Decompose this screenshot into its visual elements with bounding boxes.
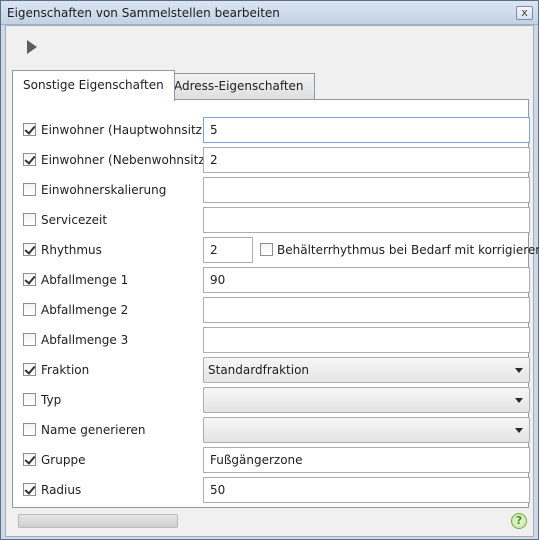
row-name-generieren: Name generieren bbox=[13, 417, 530, 443]
abfallmenge-3-checkbox[interactable] bbox=[23, 333, 36, 346]
fraktion-selected-value: Standardfraktion bbox=[208, 363, 310, 377]
typ-checkbox[interactable] bbox=[23, 393, 36, 406]
toolbar bbox=[6, 26, 533, 66]
abfallmenge-1-label: Abfallmenge 1 bbox=[41, 273, 129, 287]
behaelterrhythmus-checkbox[interactable] bbox=[260, 243, 273, 256]
name-generieren-checkbox[interactable] bbox=[23, 423, 36, 436]
abfallmenge-2-label: Abfallmenge 2 bbox=[41, 303, 129, 317]
tab-sonstige-eigenschaften[interactable]: Sonstige Eigenschaften bbox=[12, 70, 175, 101]
einwohnerskalierung-input[interactable] bbox=[203, 177, 530, 203]
radius-checkbox[interactable] bbox=[23, 483, 36, 496]
fraktion-checkbox[interactable] bbox=[23, 363, 36, 376]
row-radius: Radius bbox=[13, 477, 530, 503]
row-abfallmenge-2: Abfallmenge 2 bbox=[13, 297, 530, 323]
play-icon[interactable] bbox=[27, 40, 37, 54]
behaelterrhythmus-label: Behälterrhythmus bei Bedarf mit korrigie… bbox=[277, 243, 539, 257]
fraktion-label: Fraktion bbox=[41, 363, 90, 377]
name-generieren-select[interactable] bbox=[203, 417, 530, 443]
close-button[interactable]: x bbox=[516, 6, 533, 20]
chevron-down-icon bbox=[515, 428, 523, 433]
einwohner-neben-label: Einwohner (Nebenwohnsitz) bbox=[41, 153, 210, 167]
typ-select[interactable] bbox=[203, 387, 530, 413]
abfallmenge-3-input[interactable] bbox=[203, 327, 530, 353]
servicezeit-input[interactable] bbox=[203, 207, 530, 233]
window-title: Eigenschaften von Sammelstellen bearbeit… bbox=[7, 6, 280, 20]
row-abfallmenge-1: Abfallmenge 1 bbox=[13, 267, 530, 293]
help-icon[interactable]: ? bbox=[511, 513, 527, 529]
tab-adress-eigenschaften[interactable]: Adress-Eigenschaften bbox=[163, 73, 315, 100]
gruppe-checkbox[interactable] bbox=[23, 453, 36, 466]
status-bar: ? bbox=[6, 510, 533, 536]
row-einwohner-neben: Einwohner (Nebenwohnsitz) bbox=[13, 147, 530, 173]
einwohner-haupt-label: Einwohner (Hauptwohnsitz) bbox=[41, 123, 207, 137]
title-bar[interactable]: Eigenschaften von Sammelstellen bearbeit… bbox=[1, 1, 538, 25]
tab-strip: Sonstige Eigenschaften Adress-Eigenschaf… bbox=[12, 70, 529, 101]
row-rhythmus: Rhythmus Behälterrhythmus bei Bedarf mit… bbox=[13, 237, 539, 263]
abfallmenge-3-label: Abfallmenge 3 bbox=[41, 333, 129, 347]
chevron-down-icon bbox=[515, 368, 523, 373]
row-fraktion: Fraktion Standardfraktion bbox=[13, 357, 530, 383]
typ-label: Typ bbox=[41, 393, 62, 407]
servicezeit-label: Servicezeit bbox=[41, 213, 108, 227]
rhythmus-input[interactable] bbox=[203, 237, 253, 263]
abfallmenge-1-checkbox[interactable] bbox=[23, 273, 36, 286]
row-einwohnerskalierung: Einwohnerskalierung bbox=[13, 177, 530, 203]
dialog-content: Sonstige Eigenschaften Adress-Eigenschaf… bbox=[5, 25, 539, 537]
einwohner-haupt-checkbox[interactable] bbox=[23, 123, 36, 136]
chevron-down-icon bbox=[515, 398, 523, 403]
row-einwohner-haupt: Einwohner (Hauptwohnsitz) bbox=[13, 117, 530, 143]
rhythmus-label: Rhythmus bbox=[41, 243, 102, 257]
einwohner-neben-input[interactable] bbox=[203, 147, 530, 173]
tab-panel-sonstige: Einwohner (Hauptwohnsitz) Einwohner (Neb… bbox=[12, 99, 539, 508]
einwohner-neben-checkbox[interactable] bbox=[23, 153, 36, 166]
dialog-window: Eigenschaften von Sammelstellen bearbeit… bbox=[0, 0, 539, 540]
abfallmenge-2-input[interactable] bbox=[203, 297, 530, 323]
fraktion-select[interactable]: Standardfraktion bbox=[203, 357, 530, 383]
servicezeit-checkbox[interactable] bbox=[23, 213, 36, 226]
abfallmenge-1-input[interactable] bbox=[203, 267, 530, 293]
abfallmenge-2-checkbox[interactable] bbox=[23, 303, 36, 316]
einwohnerskalierung-label: Einwohnerskalierung bbox=[41, 183, 167, 197]
gruppe-label: Gruppe bbox=[41, 453, 86, 467]
radius-label: Radius bbox=[41, 483, 82, 497]
row-gruppe: Gruppe bbox=[13, 447, 530, 473]
name-generieren-label: Name generieren bbox=[41, 423, 146, 437]
row-abfallmenge-3: Abfallmenge 3 bbox=[13, 327, 530, 353]
einwohner-haupt-input[interactable] bbox=[203, 117, 530, 143]
einwohnerskalierung-checkbox[interactable] bbox=[23, 183, 36, 196]
progress-bar bbox=[18, 514, 178, 528]
gruppe-input[interactable] bbox=[203, 447, 530, 473]
row-servicezeit: Servicezeit bbox=[13, 207, 530, 233]
row-typ: Typ bbox=[13, 387, 530, 413]
rhythmus-checkbox[interactable] bbox=[23, 243, 36, 256]
radius-input[interactable] bbox=[203, 477, 530, 503]
